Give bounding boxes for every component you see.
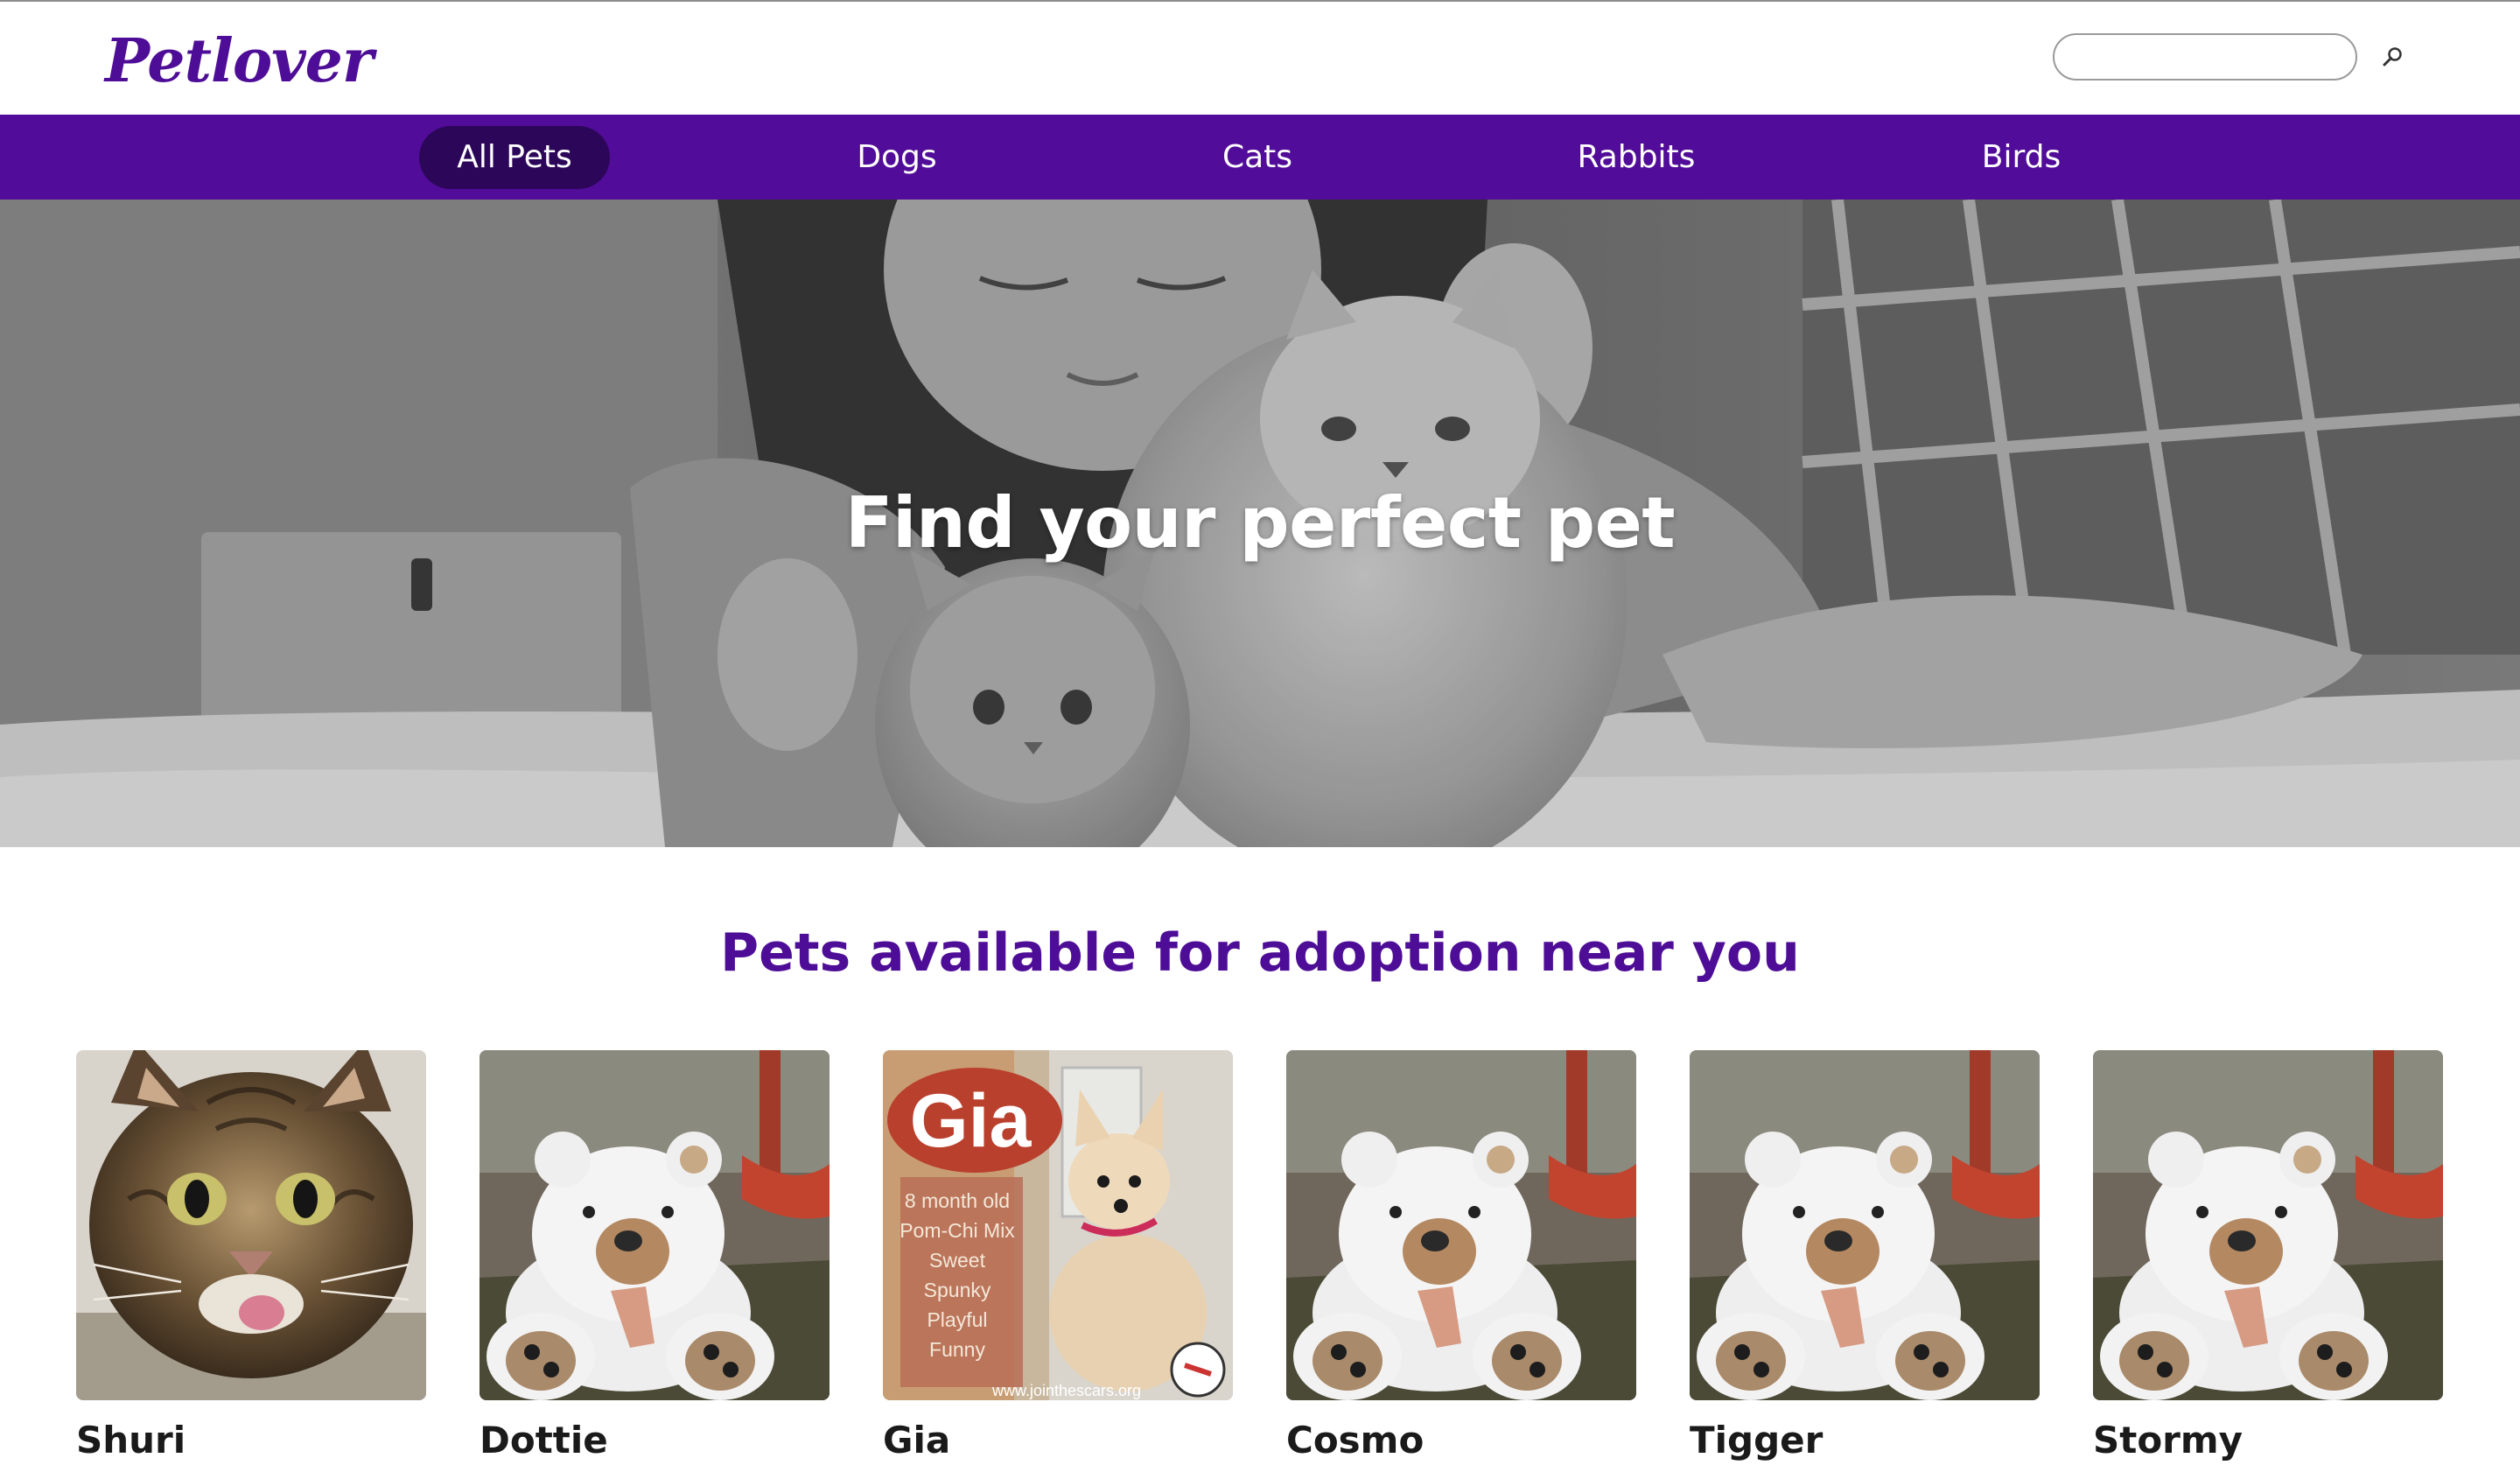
flyer-line: Sweet xyxy=(929,1249,986,1272)
teddy-bear-photo xyxy=(1690,1050,2040,1400)
flyer-url: www.jointhescars.org xyxy=(991,1382,1141,1399)
pet-card-shuri[interactable]: Shuri xyxy=(76,1050,426,1461)
pet-card-stormy[interactable]: Stormy xyxy=(2093,1050,2443,1461)
pet-photo xyxy=(76,1050,426,1400)
pet-card-gia[interactable]: Gia 8 month old Pom-Chi Mix Sweet Spunky… xyxy=(883,1050,1233,1461)
pet-photo: Gia 8 month old Pom-Chi Mix Sweet Spunky… xyxy=(883,1050,1233,1400)
gia-flyer-photo: Gia 8 month old Pom-Chi Mix Sweet Spunky… xyxy=(883,1050,1233,1400)
teddy-bear-photo xyxy=(2093,1050,2443,1400)
site-logo[interactable]: Petlover xyxy=(105,23,374,100)
nav-item-all-pets[interactable]: All Pets xyxy=(419,126,610,189)
pet-name[interactable]: Tigger xyxy=(1690,1416,1823,1465)
search-input[interactable] xyxy=(2053,33,2357,81)
nav-item-birds[interactable]: Birds xyxy=(1951,126,2091,189)
flyer-line: Funny xyxy=(929,1338,985,1361)
flyer-name: Gia xyxy=(910,1079,1032,1163)
nav-item-dogs[interactable]: Dogs xyxy=(827,126,967,189)
pet-name[interactable]: Stormy xyxy=(2093,1416,2243,1465)
search-icon xyxy=(2383,47,2402,67)
pet-photo xyxy=(1286,1050,1636,1400)
site-header: Petlover xyxy=(0,2,2520,115)
pet-photo xyxy=(1690,1050,2040,1400)
flyer-line: Spunky xyxy=(924,1279,991,1301)
pet-card-cosmo[interactable]: Cosmo xyxy=(1286,1050,1636,1461)
pet-photo xyxy=(480,1050,830,1400)
tabby-cat-photo xyxy=(76,1050,426,1400)
hero-title: Find your perfect pet xyxy=(844,482,1676,564)
search-button[interactable] xyxy=(2376,42,2408,74)
nav-item-cats[interactable]: Cats xyxy=(1187,126,1327,189)
teddy-bear-photo xyxy=(480,1050,830,1400)
category-nav: All Pets Dogs Cats Rabbits Birds xyxy=(0,115,2520,200)
pet-name[interactable]: Cosmo xyxy=(1286,1416,1424,1465)
pet-name[interactable]: Gia xyxy=(883,1416,950,1465)
pet-name[interactable]: Shuri xyxy=(76,1416,186,1465)
hero-banner: Find your perfect pet xyxy=(0,200,2520,847)
flyer-line: 8 month old xyxy=(905,1189,1010,1212)
teddy-bear-photo xyxy=(1286,1050,1636,1400)
flyer-line: Playful xyxy=(927,1308,987,1331)
pet-name[interactable]: Dottie xyxy=(480,1416,608,1465)
pet-card-dottie[interactable]: Dottie xyxy=(480,1050,830,1461)
flyer-line: Pom-Chi Mix xyxy=(900,1219,1015,1242)
pet-card-tigger[interactable]: Tigger xyxy=(1690,1050,2040,1461)
pet-photo xyxy=(2093,1050,2443,1400)
section-title: Pets available for adoption near you xyxy=(720,922,1800,984)
nav-item-rabbits[interactable]: Rabbits xyxy=(1558,126,1715,189)
